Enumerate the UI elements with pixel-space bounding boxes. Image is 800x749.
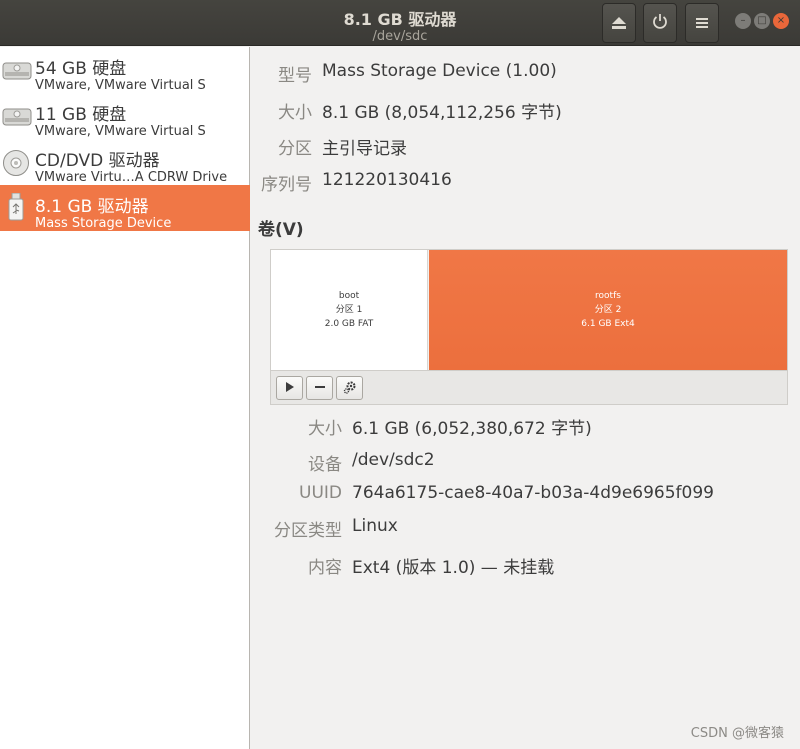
volume-toolbar <box>271 370 787 404</box>
drive-item-54gb[interactable]: 54 GB 硬盘 VMware, VMware Virtual S <box>0 47 250 93</box>
menu-button[interactable] <box>685 3 719 43</box>
drive-size-value: 8.1 GB (8,054,112,256 字节) <box>322 103 562 123</box>
maximize-icon: □ <box>757 15 767 26</box>
harddisk-icon <box>2 59 32 85</box>
window-subtitle: /dev/sdc <box>372 29 428 44</box>
title-bar: 8.1 GB 驱动器 /dev/sdc – □ × <box>0 0 800 46</box>
delete-partition-button[interactable] <box>306 376 333 400</box>
close-button[interactable]: × <box>773 13 789 29</box>
minimize-icon: – <box>740 15 746 26</box>
menu-icon <box>696 14 708 33</box>
partitioning-label: 分区 <box>278 139 312 159</box>
drive-size-label: 大小 <box>278 103 312 123</box>
close-icon: × <box>776 15 786 26</box>
play-icon <box>285 381 295 395</box>
drive-desc: VMware, VMware Virtual S <box>35 78 206 93</box>
drive-name: CD/DVD 驱动器 <box>35 151 160 171</box>
partition-number: 分区 1 <box>335 305 363 315</box>
partition-name: boot <box>338 291 360 301</box>
eject-icon <box>612 14 626 33</box>
device-label: 设备 <box>308 455 342 475</box>
window-title: 8.1 GB 驱动器 <box>343 10 457 29</box>
partition-size-value: 6.1 GB (6,052,380,672 字节) <box>352 419 592 439</box>
drive-list: 54 GB 硬盘 VMware, VMware Virtual S 11 GB … <box>0 47 250 749</box>
contents-value: Ext4 (版本 1.0) — 未挂载 <box>352 558 555 578</box>
drive-desc: VMware Virtu…A CDRW Drive <box>35 170 228 185</box>
drive-desc: VMware, VMware Virtual S <box>35 124 206 139</box>
partition-type-label: 分区类型 <box>274 521 342 541</box>
drive-name: 54 GB 硬盘 <box>35 59 127 79</box>
partition-size-label: 大小 <box>308 419 342 439</box>
serial-label: 序列号 <box>261 175 312 195</box>
eject-button[interactable] <box>602 3 636 43</box>
drive-item-11gb[interactable]: 11 GB 硬盘 VMware, VMware Virtual S <box>0 93 250 139</box>
partition-number: 分区 2 <box>594 305 622 315</box>
mount-button[interactable] <box>276 376 303 400</box>
device-value: /dev/sdc2 <box>352 450 435 470</box>
maximize-button[interactable]: □ <box>754 13 770 29</box>
uuid-value: 764a6175-cae8-40a7-b03a-4d9e6965f099 <box>352 483 714 503</box>
drive-details: 型号 Mass Storage Device (1.00) 大小 8.1 GB … <box>251 47 800 749</box>
usb-drive-icon <box>8 192 24 225</box>
drive-item-usb[interactable]: 8.1 GB 驱动器 Mass Storage Device <box>0 185 250 231</box>
partition-rootfs[interactable]: rootfs 分区 2 6.1 GB Ext4 <box>429 250 787 370</box>
drive-item-cdrom[interactable]: CD/DVD 驱动器 VMware Virtu…A CDRW Drive <box>0 139 250 185</box>
contents-label: 内容 <box>308 558 342 578</box>
drive-name: 8.1 GB 驱动器 <box>35 197 149 217</box>
minus-icon <box>314 381 325 395</box>
harddisk-icon <box>2 105 32 131</box>
power-icon <box>652 13 668 33</box>
serial-value: 121220130416 <box>322 170 452 190</box>
partition-size: 2.0 GB FAT <box>324 319 374 329</box>
uuid-label: UUID <box>299 483 342 503</box>
partition-options-button[interactable] <box>336 376 363 400</box>
watermark: CSDN @微客猿 <box>690 726 784 741</box>
volumes-heading: 卷(V) <box>258 220 304 240</box>
volume-map: boot 分区 1 2.0 GB FAT rootfs 分区 2 6.1 GB … <box>270 249 788 405</box>
partition-size: 6.1 GB Ext4 <box>581 319 635 329</box>
partition-boot[interactable]: boot 分区 1 2.0 GB FAT <box>271 250 428 370</box>
minimize-button[interactable]: – <box>735 13 751 29</box>
model-value: Mass Storage Device (1.00) <box>322 61 557 81</box>
drive-desc: Mass Storage Device <box>35 216 172 231</box>
optical-disc-icon <box>2 149 30 181</box>
partition-type-value: Linux <box>352 516 398 536</box>
partition-name: rootfs <box>595 291 621 301</box>
drive-name: 11 GB 硬盘 <box>35 105 127 125</box>
power-off-button[interactable] <box>643 3 677 43</box>
model-label: 型号 <box>278 66 312 86</box>
gears-icon <box>343 380 357 397</box>
partitioning-value: 主引导记录 <box>322 139 407 159</box>
